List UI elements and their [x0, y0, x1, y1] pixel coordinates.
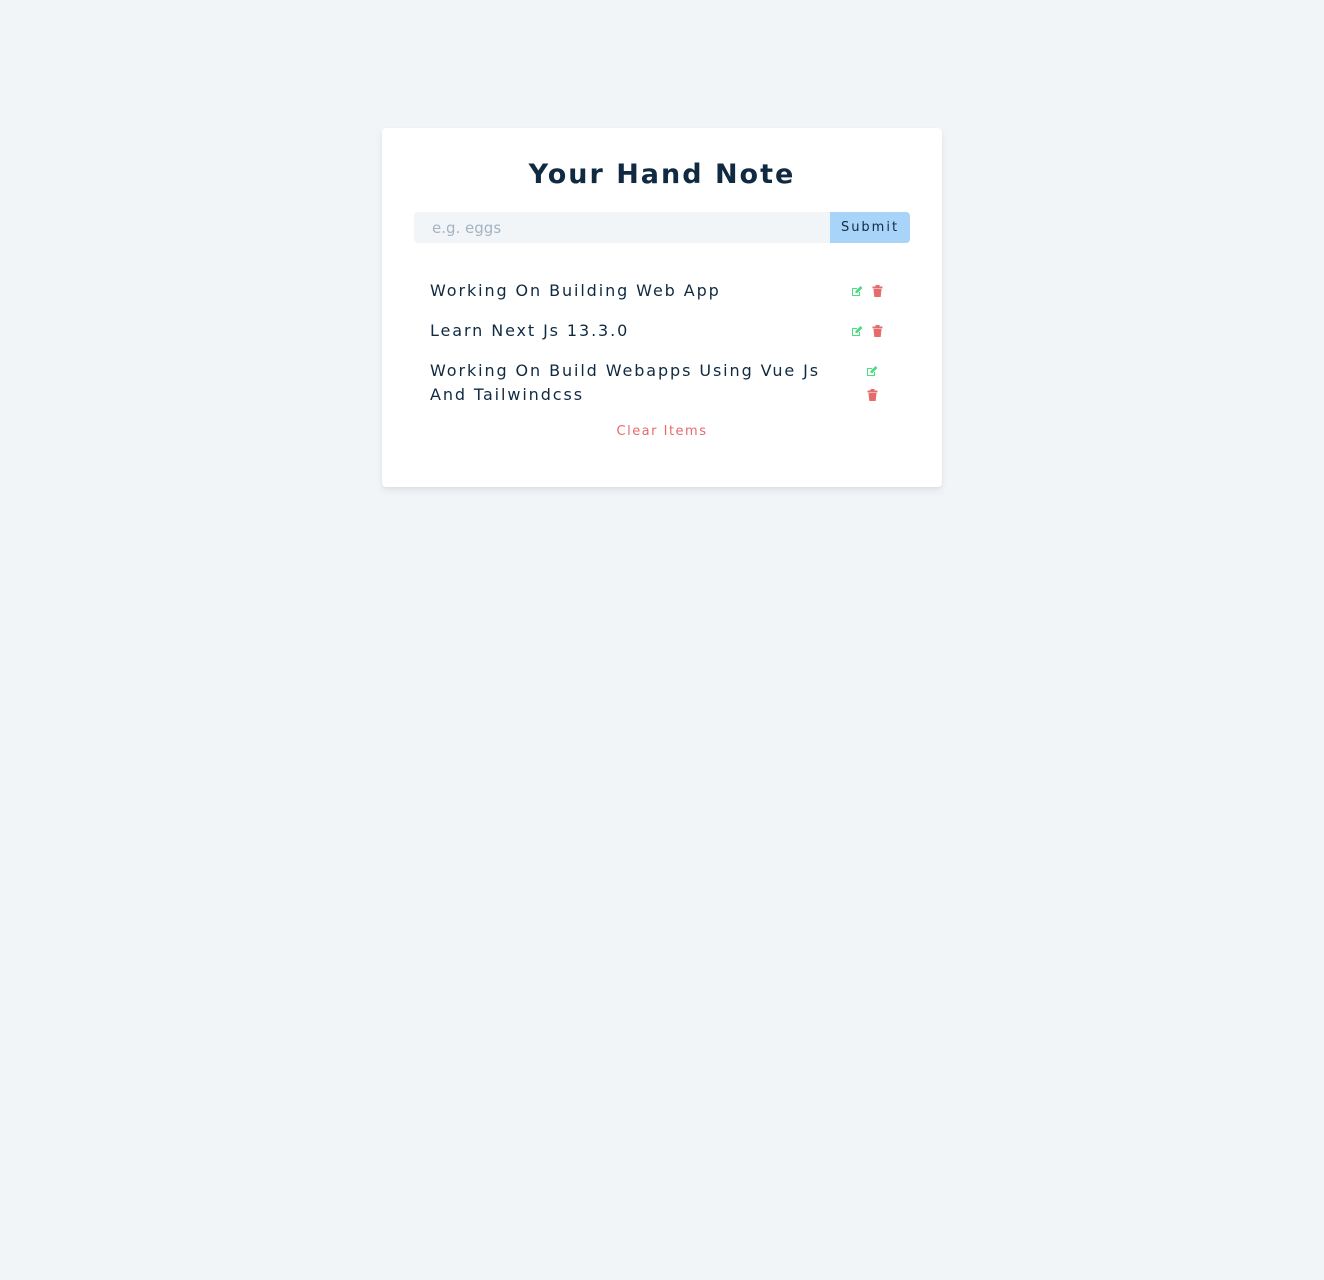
note-list: Working On Building Web App Learn Next J…	[414, 279, 910, 407]
trash-icon[interactable]	[870, 324, 884, 338]
edit-icon[interactable]	[850, 324, 864, 338]
edit-icon[interactable]	[850, 284, 864, 298]
clear-items-button[interactable]: Clear Items	[611, 423, 714, 440]
note-form: Submit	[414, 212, 910, 243]
item-actions	[850, 359, 894, 402]
list-item: Working On Build Webapps Using Vue Js An…	[430, 359, 894, 407]
list-item-text: Working On Building Web App	[430, 281, 721, 300]
list-item-text: Learn Next Js 13.3.0	[430, 321, 630, 340]
list-item: Working On Building Web App	[430, 279, 894, 303]
note-input[interactable]	[414, 212, 830, 243]
trash-icon[interactable]	[865, 388, 879, 402]
item-actions	[850, 279, 894, 298]
grocery-card: Your Hand Note Submit Working On Buildin…	[382, 128, 942, 487]
trash-icon[interactable]	[870, 284, 884, 298]
edit-icon[interactable]	[865, 364, 879, 378]
page-title: Your Hand Note	[528, 159, 796, 190]
list-item: Learn Next Js 13.3.0	[430, 319, 894, 343]
list-item-text: Working On Build Webapps Using Vue Js An…	[430, 361, 820, 404]
submit-button[interactable]: Submit	[830, 212, 910, 243]
item-actions	[850, 319, 894, 338]
